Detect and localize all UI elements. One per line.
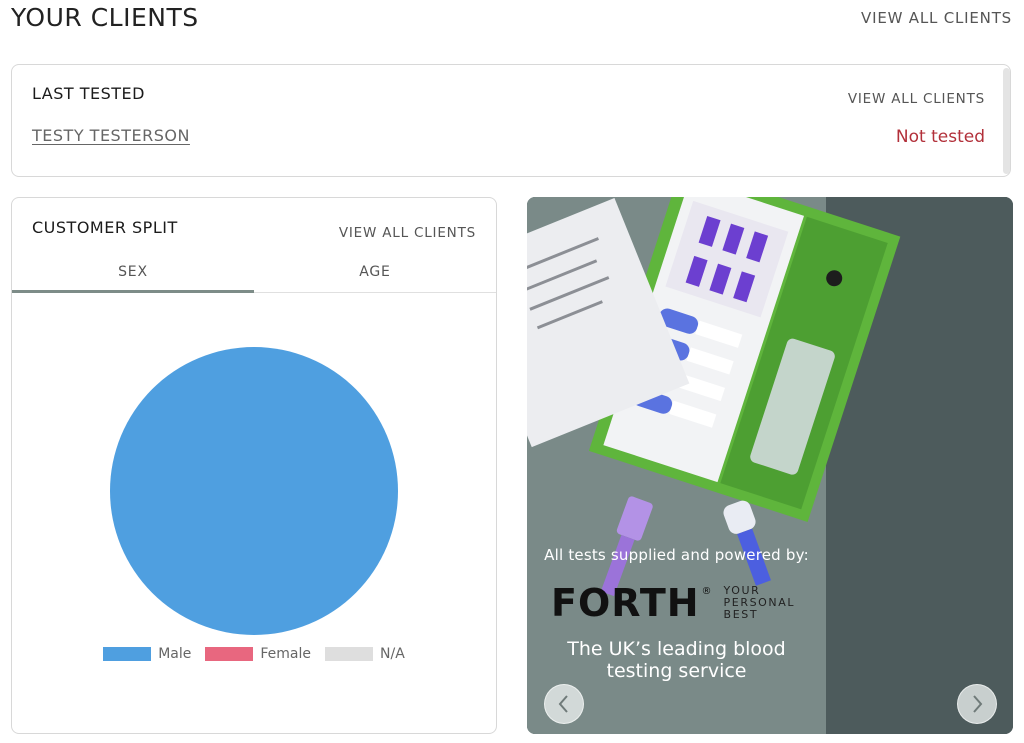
legend-swatch-female: [205, 647, 254, 661]
customer-split-card: CUSTOMER SPLIT VIEW ALL CLIENTS SEX AGE …: [11, 197, 497, 734]
last-tested-card: LAST TESTED VIEW ALL CLIENTS TESTY TESTE…: [11, 64, 1011, 177]
view-all-clients-link[interactable]: VIEW ALL CLIENTS: [861, 9, 1012, 27]
card-scrollbar[interactable]: [1003, 68, 1010, 174]
forth-logo-word: FORTH: [551, 581, 700, 625]
legend-item-female[interactable]: Female: [205, 646, 311, 662]
split-tabs: SEX AGE: [12, 252, 496, 293]
carousel-next-button[interactable]: [957, 684, 997, 724]
forth-logo: FORTH ® YOUR PERSONAL BEST: [551, 583, 795, 623]
last-tested-view-all-link[interactable]: VIEW ALL CLIENTS: [848, 91, 985, 107]
forth-logo-tagline: YOUR PERSONAL BEST: [724, 585, 796, 621]
customer-split-heading: CUSTOMER SPLIT: [32, 218, 178, 237]
client-name-link[interactable]: TESTY TESTERSON: [32, 126, 190, 145]
sex-pie-chart: [110, 347, 398, 635]
tab-sex[interactable]: SEX: [12, 252, 254, 292]
promo-tagline-line: The UK’s leading blood: [567, 638, 786, 660]
carousel-prev-button[interactable]: [544, 684, 584, 724]
last-tested-heading: LAST TESTED: [32, 84, 145, 103]
pie-slice-male[interactable]: [110, 347, 398, 635]
legend-item-male[interactable]: Male: [103, 646, 191, 662]
legend-swatch-na: [325, 647, 373, 661]
legend-label-male: Male: [158, 646, 192, 662]
customer-split-view-all-link[interactable]: VIEW ALL CLIENTS: [339, 225, 476, 241]
legend-item-na[interactable]: N/A: [325, 646, 405, 662]
promo-tagline-line: testing service: [606, 660, 747, 682]
test-status-text: Not tested: [895, 127, 985, 147]
chevron-left-icon: [558, 695, 568, 713]
chart-legend: Male Female N/A: [12, 646, 496, 662]
legend-label-female: Female: [260, 646, 311, 662]
supplied-by-text: All tests supplied and powered by:: [544, 546, 809, 564]
legend-swatch-male: [103, 647, 152, 661]
promo-carousel: All tests supplied and powered by: FORTH…: [527, 197, 1013, 734]
tab-age[interactable]: AGE: [254, 252, 496, 292]
promo-tagline: The UK’s leading blood testing service: [527, 638, 826, 682]
logo-tagline-line: BEST: [723, 608, 759, 621]
chevron-right-icon: [973, 695, 983, 713]
page-title: YOUR CLIENTS: [11, 3, 199, 32]
legend-label-na: N/A: [380, 646, 405, 662]
registered-mark: ®: [701, 586, 712, 597]
